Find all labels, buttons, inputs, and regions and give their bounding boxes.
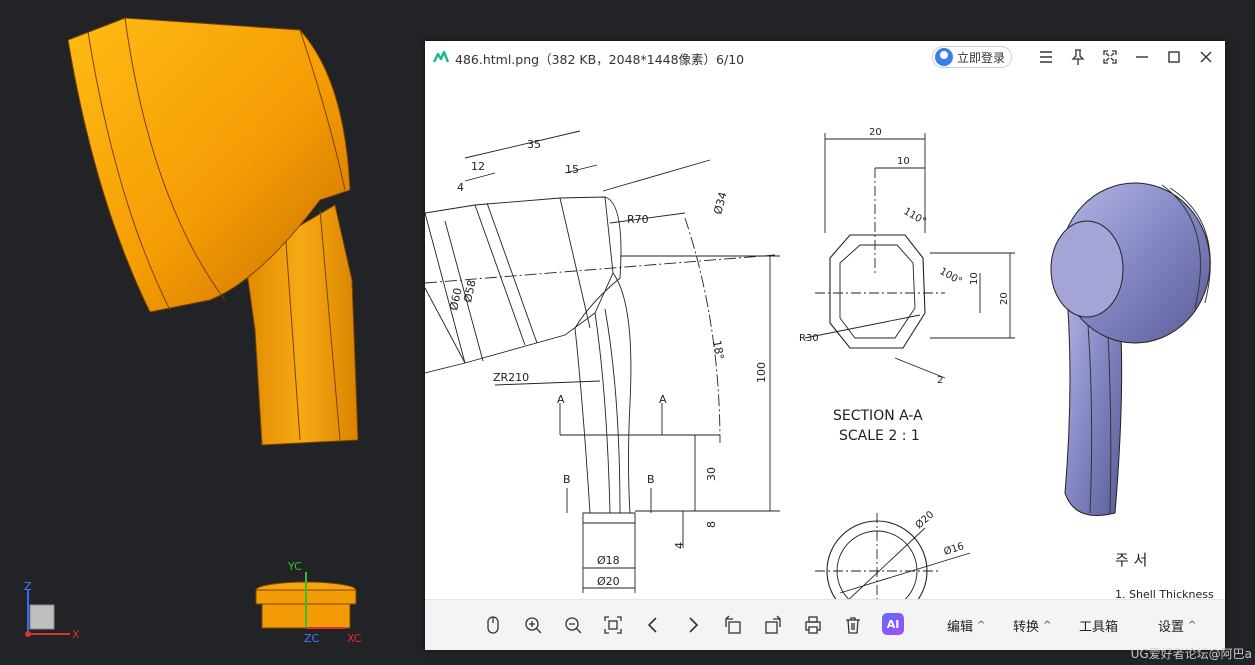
watermark-text: UG爱好者论坛@阿巴a bbox=[1130, 647, 1252, 661]
settings-menu[interactable]: 设置 ^ bbox=[1158, 614, 1196, 636]
section-dim-20b: 20 bbox=[999, 292, 1010, 305]
edit-menu-label: 编辑 bbox=[947, 619, 974, 635]
drawing-main-dims: 35 12 15 4 R70 Ø34 Ø60 Ø58 18° ZR210 100… bbox=[447, 138, 768, 588]
app-logo-icon bbox=[433, 50, 449, 63]
zoom-in-icon[interactable] bbox=[521, 613, 545, 637]
notes-line1: 1. Shell Thickness bbox=[1115, 588, 1214, 599]
dim-r70: R70 bbox=[627, 213, 649, 226]
section-dim-2: 2 bbox=[937, 375, 943, 386]
section-dim-10: 10 bbox=[897, 156, 910, 167]
chevron-up-icon: ^ bbox=[1043, 619, 1052, 631]
print-icon[interactable] bbox=[801, 613, 825, 637]
dim-d18: Ø18 bbox=[597, 554, 620, 567]
minimize-icon[interactable] bbox=[1130, 45, 1154, 69]
drawing-image[interactable]: 35 12 15 4 R70 Ø34 Ø60 Ø58 18° ZR210 100… bbox=[425, 73, 1225, 599]
triad-xc-label: XC bbox=[347, 632, 362, 645]
viewer-titlebar[interactable]: 486.html.png（382 KB，2048*1448像素）6/10 立即登… bbox=[425, 41, 1225, 73]
render-3d bbox=[1050, 182, 1211, 516]
convert-menu[interactable]: 转换 ^ bbox=[1013, 614, 1051, 636]
triad-yc-label: YC bbox=[287, 560, 302, 573]
login-button[interactable]: 立即登录 bbox=[932, 46, 1012, 68]
chevron-up-icon: ^ bbox=[977, 619, 986, 631]
convert-menu-label: 转换 bbox=[1013, 619, 1040, 635]
circle-dims: Ø20 Ø16 bbox=[913, 509, 966, 558]
technical-drawing: 35 12 15 4 R70 Ø34 Ø60 Ø58 18° ZR210 100… bbox=[425, 127, 1214, 599]
previous-icon[interactable] bbox=[641, 613, 665, 637]
menu-icon[interactable] bbox=[1034, 45, 1058, 69]
section-label-a2: A bbox=[659, 393, 667, 406]
chevron-up-icon: ^ bbox=[1188, 619, 1197, 631]
section-dim-r30: R30 bbox=[799, 333, 819, 344]
mouse-icon[interactable] bbox=[481, 613, 505, 637]
dim-4a: 4 bbox=[457, 181, 464, 194]
edit-menu[interactable]: 编辑 ^ bbox=[947, 614, 985, 636]
dim-12: 12 bbox=[471, 160, 485, 173]
section-view-a bbox=[804, 133, 1015, 379]
circle-dim-d20: Ø20 bbox=[913, 509, 936, 532]
dim-8: 8 bbox=[705, 521, 718, 528]
dim-35: 35 bbox=[527, 138, 541, 151]
section-scale: SCALE 2 : 1 bbox=[839, 428, 920, 444]
section-dim-110: 110° bbox=[902, 206, 928, 228]
rotate-left-icon[interactable] bbox=[721, 613, 745, 637]
image-viewer-window[interactable]: 486.html.png（382 KB，2048*1448像素）6/10 立即登… bbox=[425, 41, 1225, 650]
close-icon[interactable] bbox=[1194, 45, 1218, 69]
rotate-right-icon[interactable] bbox=[761, 613, 785, 637]
triad-x-label: X bbox=[72, 628, 80, 641]
triad-left: Z X bbox=[24, 580, 80, 641]
dim-18deg: 18° bbox=[710, 339, 726, 360]
triad-z-label: Z bbox=[24, 580, 32, 593]
fullscreen-icon[interactable] bbox=[1098, 45, 1122, 69]
ai-button[interactable]: AI bbox=[882, 613, 904, 635]
dim-zr210: ZR210 bbox=[493, 371, 529, 384]
section-title: SECTION A-A bbox=[833, 408, 923, 424]
fit-screen-icon[interactable] bbox=[601, 613, 625, 637]
maximize-icon[interactable] bbox=[1162, 45, 1186, 69]
pin-icon[interactable] bbox=[1066, 45, 1090, 69]
dim-d20: Ø20 bbox=[597, 575, 620, 588]
section-dim-10b: 10 bbox=[969, 272, 980, 285]
toolbox-menu[interactable]: 工具箱 bbox=[1079, 614, 1118, 636]
login-label: 立即登录 bbox=[957, 50, 1006, 65]
settings-menu-label: 设置 bbox=[1158, 619, 1185, 635]
dim-100: 100 bbox=[755, 362, 768, 383]
dim-d34: Ø34 bbox=[711, 191, 729, 216]
avatar-icon bbox=[935, 48, 953, 66]
triad-right: YC ZC XC bbox=[255, 560, 362, 645]
dim-4b: 4 bbox=[673, 542, 686, 549]
delete-icon[interactable] bbox=[841, 613, 865, 637]
section-label-a1: A bbox=[557, 393, 565, 406]
viewer-toolbar: AI 编辑 ^ 转换 ^ 工具箱 设置 ^ bbox=[425, 599, 1225, 650]
dim-15: 15 bbox=[565, 163, 579, 176]
notes-title: 주 서 bbox=[1115, 551, 1147, 569]
next-icon[interactable] bbox=[681, 613, 705, 637]
toolbox-menu-label: 工具箱 bbox=[1079, 619, 1119, 635]
triad-zc-label: ZC bbox=[304, 632, 320, 645]
section-label-b2: B bbox=[647, 473, 655, 486]
dim-30: 30 bbox=[705, 467, 718, 481]
viewer-title: 486.html.png（382 KB，2048*1448像素）6/10 bbox=[455, 52, 745, 67]
dim-d58: Ø58 bbox=[461, 279, 478, 304]
section-label-b1: B bbox=[563, 473, 571, 486]
zoom-out-icon[interactable] bbox=[561, 613, 585, 637]
section-dim-20: 20 bbox=[869, 127, 882, 138]
section-dim-100: 100° bbox=[938, 266, 964, 288]
